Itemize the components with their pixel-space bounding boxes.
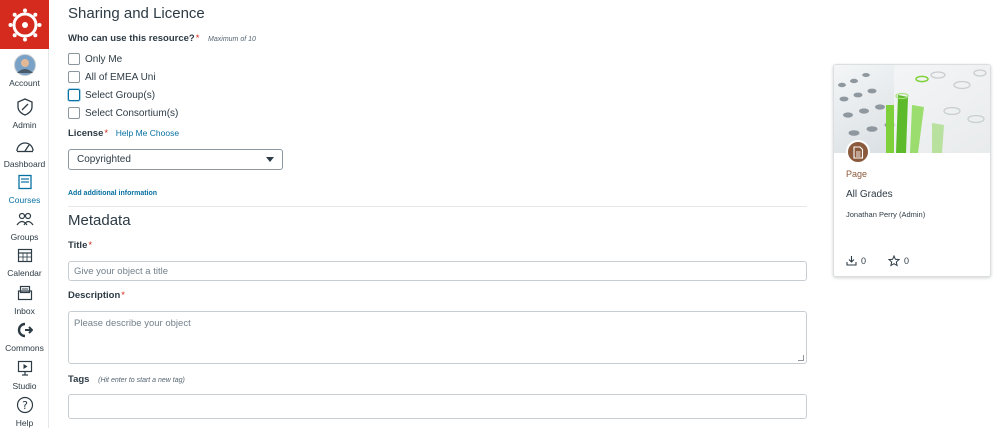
nav-account[interactable]: Account bbox=[0, 54, 49, 89]
nav-inbox-label: Inbox bbox=[14, 306, 35, 316]
nav-help[interactable]: ? Help bbox=[0, 394, 49, 429]
nav-calendar[interactable]: Calendar bbox=[0, 244, 49, 279]
nav-studio-label: Studio bbox=[12, 381, 37, 391]
all-of-emea-uni-label: All of EMEA Uni bbox=[85, 71, 156, 83]
nav-groups[interactable]: Groups bbox=[0, 208, 49, 243]
star-icon[interactable] bbox=[888, 255, 900, 267]
required-marker: * bbox=[195, 33, 200, 44]
description-placeholder: Please describe your object bbox=[74, 318, 191, 329]
caret-down-icon bbox=[266, 157, 274, 162]
select-consortiums-checkbox[interactable] bbox=[68, 107, 80, 119]
only-me-label: Only Me bbox=[85, 53, 123, 65]
who-can-use-label: Who can use this resource?* Maximum of 1… bbox=[68, 33, 256, 44]
license-select[interactable]: Copyrighted bbox=[68, 149, 283, 170]
nav-dashboard[interactable]: Dashboard bbox=[0, 135, 49, 170]
card-title[interactable]: All Grades bbox=[846, 189, 893, 200]
all-of-emea-uni-checkbox[interactable] bbox=[68, 71, 80, 83]
description-label: Description bbox=[68, 290, 121, 301]
shield-icon bbox=[14, 96, 36, 118]
required-marker: * bbox=[121, 290, 125, 301]
avatar bbox=[13, 54, 36, 76]
global-nav: Account Admin Dashboard Courses Groups C… bbox=[0, 0, 49, 428]
title-label: Title bbox=[68, 240, 88, 251]
option-select-consortiums[interactable]: Select Consortium(s) bbox=[68, 107, 178, 119]
option-all-of-emea-uni[interactable]: All of EMEA Uni bbox=[68, 71, 156, 83]
nav-commons[interactable]: Commons bbox=[0, 319, 49, 354]
preview-card[interactable]: Page All Grades Jonathan Perry (Admin) 0… bbox=[833, 64, 991, 277]
nav-help-label: Help bbox=[15, 418, 34, 428]
download-count: 0 bbox=[846, 255, 866, 266]
required-marker: * bbox=[88, 240, 93, 251]
select-consortiums-label: Select Consortium(s) bbox=[85, 107, 179, 119]
who-can-use-hint: Maximum of 10 bbox=[208, 36, 256, 43]
who-can-use-text: Who can use this resource? bbox=[68, 33, 195, 44]
description-textarea[interactable]: Please describe your object bbox=[68, 311, 807, 364]
title-field-label: Title* bbox=[68, 240, 92, 251]
license-field-label: License* Help Me Choose bbox=[68, 128, 179, 139]
dashboard-icon bbox=[14, 135, 36, 157]
card-type-label: Page bbox=[846, 169, 868, 179]
tags-label: Tags bbox=[68, 374, 90, 385]
nav-dashboard-label: Dashboard bbox=[3, 159, 46, 169]
resize-grip-icon[interactable] bbox=[798, 355, 804, 361]
option-select-groups[interactable]: Select Group(s) bbox=[68, 89, 155, 101]
canvas-logo-icon bbox=[8, 8, 41, 41]
card-author: Jonathan Perry (Admin) bbox=[846, 210, 926, 219]
download-count-value: 0 bbox=[861, 255, 867, 266]
required-marker: * bbox=[104, 128, 109, 139]
page-type-icon bbox=[846, 140, 870, 164]
svg-text:?: ? bbox=[22, 399, 28, 412]
nav-admin[interactable]: Admin bbox=[0, 96, 49, 131]
title-input[interactable]: Give your object a title bbox=[68, 261, 807, 281]
nav-courses-label: Courses bbox=[8, 195, 41, 205]
nav-commons-label: Commons bbox=[5, 343, 44, 353]
license-label: License bbox=[68, 128, 104, 139]
license-select-value: Copyrighted bbox=[77, 154, 131, 165]
section-divider bbox=[68, 206, 807, 207]
tags-input[interactable] bbox=[68, 394, 807, 419]
inbox-icon bbox=[14, 282, 36, 304]
favorite-count-value: 0 bbox=[904, 256, 910, 266]
nav-inbox[interactable]: Inbox bbox=[0, 282, 49, 317]
tags-field-label: Tags (Hit enter to start a new tag) bbox=[68, 374, 185, 385]
help-me-choose-link[interactable]: Help Me Choose bbox=[116, 128, 179, 138]
select-groups-checkbox[interactable] bbox=[68, 89, 80, 101]
metadata-title: Metadata bbox=[68, 212, 131, 229]
book-icon bbox=[14, 171, 36, 193]
title-placeholder: Give your object a title bbox=[74, 265, 168, 277]
option-only-me[interactable]: Only Me bbox=[68, 53, 122, 65]
only-me-checkbox[interactable] bbox=[68, 53, 80, 65]
add-additional-info-link[interactable]: Add additional information bbox=[68, 190, 157, 197]
groups-icon bbox=[14, 208, 36, 230]
help-icon: ? bbox=[14, 394, 36, 416]
calendar-icon bbox=[14, 244, 36, 266]
nav-admin-label: Admin bbox=[12, 120, 37, 130]
nav-courses[interactable]: Courses bbox=[0, 171, 49, 206]
sharing-title: Sharing and Licence bbox=[68, 5, 205, 22]
canvas-logo[interactable] bbox=[0, 0, 49, 49]
nav-calendar-label: Calendar bbox=[7, 268, 42, 278]
select-groups-label: Select Group(s) bbox=[85, 89, 156, 101]
nav-account-label: Account bbox=[9, 78, 40, 88]
download-icon bbox=[846, 255, 857, 266]
nav-studio[interactable]: Studio bbox=[0, 357, 49, 392]
studio-icon bbox=[14, 357, 36, 379]
description-field-label: Description* bbox=[68, 290, 125, 301]
commons-icon bbox=[14, 319, 36, 341]
nav-groups-label: Groups bbox=[10, 232, 39, 242]
tags-hint: (Hit enter to start a new tag) bbox=[98, 377, 185, 384]
favorite-count: 0 bbox=[888, 255, 909, 267]
